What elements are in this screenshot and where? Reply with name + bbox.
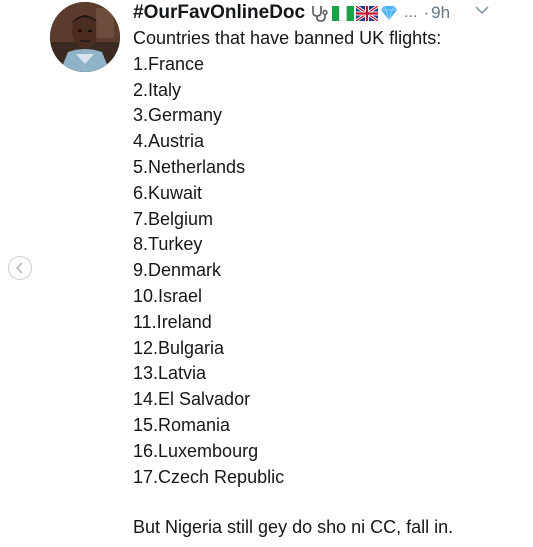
display-name[interactable]: #OurFavOnlineDoc — [133, 2, 305, 24]
list-item: 16.Luxembourg — [133, 440, 259, 461]
name-truncation: ... — [404, 4, 418, 21]
list-item: 3.Germany — [133, 105, 223, 126]
chevron-down-icon[interactable] — [474, 4, 490, 16]
country-list: 1.France 2.Italy 3.Germany 4.Austria 5.N… — [133, 52, 528, 491]
stethoscope-icon — [312, 6, 328, 22]
previous-arrow-button[interactable] — [8, 256, 32, 280]
avatar-portrait-icon — [50, 2, 120, 72]
gem-icon — [381, 5, 398, 21]
separator-dot: · — [423, 3, 430, 22]
list-item: 15.Romania — [133, 414, 231, 435]
list-item: 5.Netherlands — [133, 156, 246, 177]
list-item: 10.Israel — [133, 285, 203, 306]
chevron-left-icon — [15, 262, 23, 274]
tweet-intro: Countries that have banned UK flights: — [133, 28, 442, 48]
list-item: 8.Turkey — [133, 234, 203, 255]
tweet-header: #OurFavOnlineDoc ... · 9h — [133, 0, 528, 26]
list-item: 4.Austria — [133, 131, 205, 152]
uk-flag-icon — [356, 5, 379, 21]
tweet-text: Countries that have banned UK flights: 1… — [133, 26, 528, 490]
list-item: 6.Kuwait — [133, 182, 203, 203]
list-item: 12.Bulgaria — [133, 337, 225, 358]
name-badges — [310, 4, 398, 22]
list-item: 11.Ireland — [133, 311, 212, 332]
tweet-screenshot: #OurFavOnlineDoc ... · 9h Countries that… — [0, 0, 533, 547]
avatar[interactable] — [50, 2, 120, 72]
list-item: 2.Italy — [133, 79, 182, 100]
tweet-closing: But Nigeria still gey do sho ni CC, fall… — [133, 517, 454, 537]
list-item: 14.El Salvador — [133, 389, 251, 410]
list-item: 13.Latvia — [133, 363, 207, 384]
list-item: 9.Denmark — [133, 260, 222, 281]
list-item: 17.Czech Republic — [133, 466, 285, 487]
list-item: 1.France — [133, 53, 205, 74]
list-item: 7.Belgium — [133, 208, 214, 229]
timestamp[interactable]: 9h — [431, 3, 450, 23]
nigeria-flag-icon — [332, 5, 355, 21]
